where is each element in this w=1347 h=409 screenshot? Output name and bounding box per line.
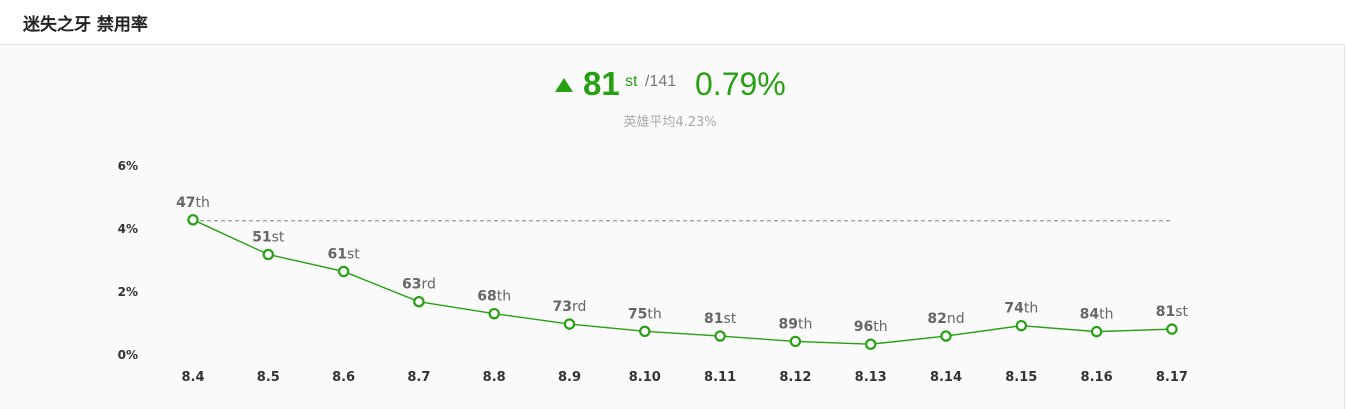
rank-label-suffix: st bbox=[1175, 304, 1188, 320]
rank-label-number: 63 bbox=[402, 277, 421, 293]
data-point bbox=[789, 335, 802, 348]
rank-label-suffix: th bbox=[873, 319, 887, 335]
rank-label-number: 47 bbox=[176, 195, 195, 211]
data-point bbox=[262, 248, 274, 261]
data-point bbox=[563, 318, 576, 330]
data-point bbox=[940, 330, 952, 342]
rank-label-suffix: th bbox=[798, 316, 812, 332]
x-tick-label: 8.5 bbox=[257, 370, 280, 385]
data-point-rank-label: 68th bbox=[477, 289, 511, 305]
y-tick-label: 6% bbox=[118, 159, 138, 173]
rank-label-number: 74 bbox=[1004, 301, 1024, 317]
y-tick-label: 0% bbox=[118, 348, 138, 362]
x-tick-label: 8.4 bbox=[181, 370, 204, 385]
x-tick-label: 8.8 bbox=[483, 370, 506, 385]
data-point-rank-label: 47th bbox=[176, 195, 210, 211]
ban-rate-line-chart: 0% 2% 4% 6% 8.4 8.5 8.6 8.7 8.8 8.9 8.10 8.11 8.12 8.… bbox=[118, 159, 1189, 385]
data-point bbox=[488, 307, 500, 320]
rank-label-suffix: th bbox=[647, 306, 661, 322]
rank-label-suffix: rd bbox=[572, 299, 586, 315]
data-point-rank-label: 82nd bbox=[927, 311, 964, 327]
rank-label-number: 68 bbox=[477, 289, 496, 305]
rank-label-number: 84 bbox=[1080, 307, 1100, 323]
data-point bbox=[1090, 325, 1103, 338]
data-point bbox=[413, 296, 425, 308]
x-tick-label: 8.13 bbox=[855, 370, 887, 385]
data-point-rank-label: 61st bbox=[327, 246, 360, 262]
x-tick-label: 8.9 bbox=[558, 370, 581, 385]
rank-label-number: 75 bbox=[628, 306, 647, 322]
rank-label-number: 81 bbox=[704, 311, 723, 327]
x-tick-label: 8.11 bbox=[704, 370, 736, 385]
data-point-rank-label: 84th bbox=[1080, 307, 1114, 323]
data-point bbox=[187, 214, 199, 226]
data-point-rank-label: 73rd bbox=[553, 299, 587, 315]
data-point-rank-label: 51st bbox=[252, 229, 285, 245]
x-tick-label: 8.17 bbox=[1156, 370, 1188, 385]
rank-label-suffix: th bbox=[1099, 307, 1113, 323]
rank-label-number: 96 bbox=[854, 319, 873, 335]
rank-label-number: 82 bbox=[927, 311, 946, 327]
x-tick-label: 8.14 bbox=[930, 370, 962, 385]
data-point-rank-label: 74th bbox=[1004, 301, 1038, 317]
data-point-rank-label: 96th bbox=[854, 319, 888, 335]
data-point bbox=[865, 338, 877, 350]
data-point bbox=[337, 265, 350, 278]
data-point bbox=[639, 325, 651, 338]
data-point bbox=[714, 330, 726, 342]
data-point-rank-label: 75th bbox=[628, 306, 662, 322]
rank-label-number: 73 bbox=[553, 299, 572, 315]
x-tick-label: 8.6 bbox=[332, 370, 355, 385]
rank-label-number: 61 bbox=[327, 246, 346, 262]
rank-label-number: 51 bbox=[252, 229, 271, 245]
x-tick-label: 8.16 bbox=[1081, 370, 1113, 385]
x-tick-label: 8.15 bbox=[1005, 370, 1037, 385]
data-point bbox=[1015, 319, 1028, 332]
rank-label-suffix: st bbox=[347, 246, 360, 262]
x-tick-label: 8.12 bbox=[779, 370, 811, 385]
rank-label-suffix: nd bbox=[947, 311, 965, 327]
rank-label-suffix: st bbox=[723, 311, 736, 327]
x-tick-label: 8.10 bbox=[629, 370, 661, 385]
data-point bbox=[1166, 323, 1178, 335]
rank-label-suffix: st bbox=[272, 229, 285, 245]
rank-label-suffix: rd bbox=[421, 277, 435, 293]
data-point-rank-label: 89th bbox=[778, 316, 812, 332]
rank-label-number: 89 bbox=[778, 316, 797, 332]
data-point-rank-label: 81st bbox=[704, 311, 737, 327]
ban-rate-panel: 迷失之牙 禁用率 81 st /141 0.79% 英雄平均4.23% 0% 2%… bbox=[0, 0, 1345, 409]
y-tick-label: 2% bbox=[118, 285, 138, 299]
rank-label-suffix: th bbox=[1024, 301, 1038, 317]
rank-label-suffix: th bbox=[497, 289, 511, 305]
data-point-rank-label: 63rd bbox=[402, 277, 436, 293]
rank-label-number: 81 bbox=[1156, 304, 1175, 320]
rank-label-suffix: th bbox=[196, 195, 210, 211]
y-tick-label: 4% bbox=[118, 222, 138, 236]
data-point-rank-label: 81st bbox=[1156, 304, 1189, 320]
x-tick-label: 8.7 bbox=[407, 370, 430, 385]
